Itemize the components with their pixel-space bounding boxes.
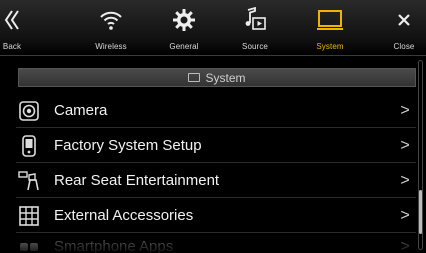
back-icon [0, 3, 29, 37]
tab-source-label: Source [242, 42, 268, 51]
list-item-label: Smartphone Apps [54, 238, 174, 253]
list-item-camera[interactable]: Camera > [16, 94, 416, 128]
section-title: System [205, 70, 246, 85]
scrollbar-thumb[interactable] [419, 190, 422, 234]
accessories-grid-icon [18, 205, 40, 227]
back-label: Back [2, 42, 22, 51]
list-item-label: Rear Seat Entertainment [54, 172, 220, 189]
top-navigation-bar: Back Wireless General Source System Clos… [0, 0, 426, 56]
chevron-right-icon: > [400, 238, 410, 253]
wireless-icon [94, 3, 128, 37]
tab-general[interactable]: General [158, 0, 210, 56]
close-label: Close [393, 42, 415, 51]
gear-icon [167, 3, 201, 37]
list-item-label: External Accessories [54, 207, 194, 224]
list-item-rear-seat-entertainment[interactable]: Rear Seat Entertainment > [16, 164, 416, 198]
tab-general-label: General [169, 42, 199, 51]
list-item-label: Factory System Setup [54, 137, 202, 154]
chevron-right-icon: > [400, 101, 410, 119]
chevron-right-icon: > [400, 171, 410, 189]
list-item-label: Camera [54, 102, 108, 119]
phone-device-icon [18, 134, 40, 157]
smartphone-apps-icon [18, 238, 40, 253]
tab-wireless[interactable]: Wireless [84, 0, 138, 56]
close-icon [387, 3, 421, 37]
tab-system[interactable]: System [301, 0, 359, 56]
chevron-right-icon: > [400, 136, 410, 154]
tab-source[interactable]: Source [230, 0, 280, 56]
list-item-smartphone-apps[interactable]: Smartphone Apps > [16, 234, 416, 253]
back-button[interactable]: Back [0, 0, 24, 56]
music-source-icon [238, 3, 272, 37]
monitor-icon [188, 73, 201, 82]
list-item-factory-system-setup[interactable]: Factory System Setup > [16, 129, 416, 163]
chevron-right-icon: > [400, 206, 410, 224]
tab-wireless-label: Wireless [95, 42, 127, 51]
close-button[interactable]: Close [390, 0, 418, 56]
section-header: System [18, 68, 416, 87]
tab-system-label: System [316, 42, 344, 51]
monitor-icon [313, 3, 347, 37]
camera-icon [18, 100, 40, 122]
rear-seat-icon [18, 170, 40, 192]
list-item-external-accessories[interactable]: External Accessories > [16, 199, 416, 233]
